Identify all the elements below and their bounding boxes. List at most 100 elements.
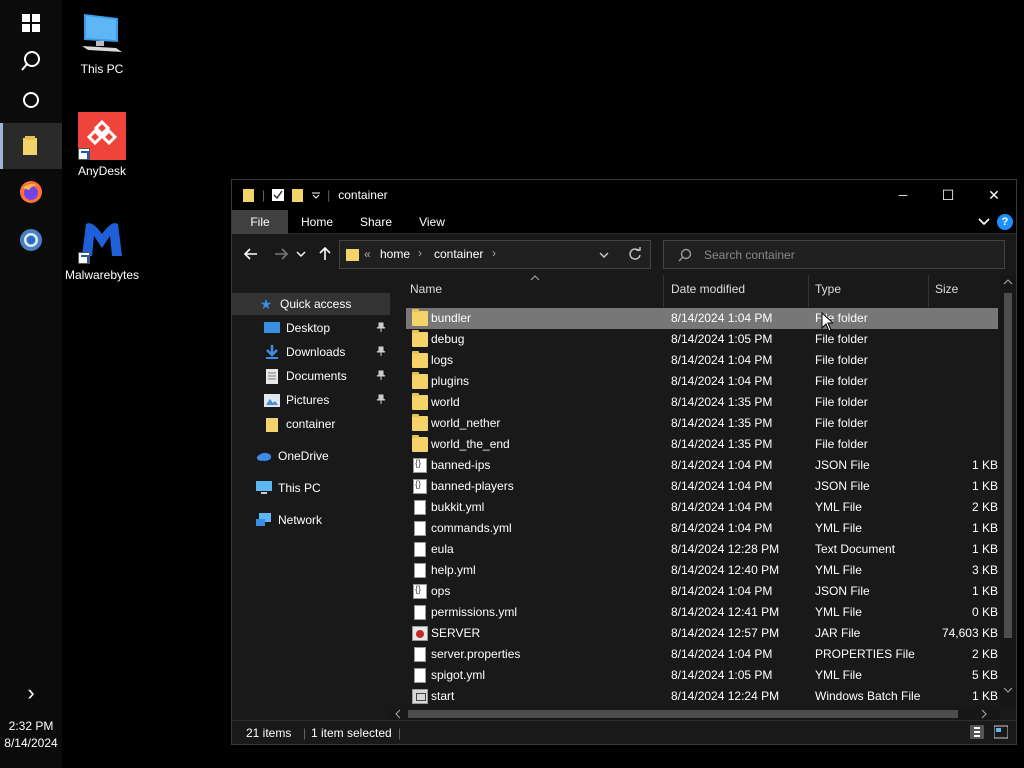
nav-item-desktop[interactable]: Desktop — [232, 317, 390, 339]
file-date: 8/14/2024 1:04 PM — [671, 374, 773, 388]
file-row[interactable]: SERVER 8/14/2024 12:57 PM JAR File 74,603 K… — [406, 623, 998, 644]
vertical-scroll-thumb[interactable] — [1004, 293, 1012, 638]
taskbar-file-explorer[interactable] — [0, 123, 62, 169]
nav-network[interactable]: Network — [232, 509, 390, 531]
file-row[interactable]: world_the_end 8/14/2024 1:35 PM File folde… — [406, 434, 998, 455]
nav-quick-access[interactable]: ★ Quick access — [232, 293, 390, 315]
mouse-cursor-icon — [821, 312, 833, 332]
scroll-left-icon[interactable] — [395, 709, 401, 719]
taskbar-chrome[interactable] — [0, 217, 62, 263]
file-row[interactable]: banned-players 8/14/2024 1:04 PM JSON File… — [406, 476, 998, 497]
close-button[interactable]: ✕ — [971, 180, 1017, 210]
scroll-down-icon[interactable] — [1003, 687, 1013, 693]
file-date: 8/14/2024 1:04 PM — [671, 311, 773, 325]
file-explorer-window: | | container ─ ☐ ✕ File Home Share View… — [231, 179, 1017, 745]
horizontal-scroll-thumb[interactable] — [408, 710, 958, 718]
column-name[interactable]: Name — [404, 275, 664, 307]
desktop-icon-this-pc[interactable]: This PC — [57, 10, 147, 76]
status-divider: | — [398, 726, 402, 740]
file-date: 8/14/2024 1:35 PM — [671, 395, 773, 409]
nav-item-downloads[interactable]: Downloads — [232, 341, 390, 363]
file-row[interactable]: permissions.yml 8/14/2024 12:41 PM YML Fil… — [406, 602, 998, 623]
file-name: logs — [431, 353, 454, 367]
file-row[interactable]: server.properties 8/14/2024 1:04 PM PROPER… — [406, 644, 998, 665]
address-bar[interactable]: « home › container › — [339, 240, 651, 269]
details-view-icon[interactable] — [970, 725, 984, 739]
file-row[interactable]: eula 8/14/2024 12:28 PM Text Document 1 KB — [406, 539, 998, 560]
maximize-icon: ☐ — [941, 186, 955, 203]
nav-label: Desktop — [286, 321, 331, 335]
breadcrumb-home[interactable]: home — [380, 247, 410, 261]
recent-locations-button[interactable] — [294, 243, 308, 265]
file-name: world_nether — [431, 416, 501, 430]
task-view-button[interactable] — [0, 77, 62, 123]
tab-file[interactable]: File — [232, 210, 288, 234]
file-row[interactable]: help.yml 8/14/2024 12:40 PM YML File 3 KB — [406, 560, 998, 581]
search-box[interactable]: Search container — [663, 240, 1005, 269]
file-size — [935, 308, 998, 329]
nav-item-documents[interactable]: Documents — [232, 365, 390, 387]
column-date-modified[interactable]: Date modified — [665, 275, 809, 307]
file-row[interactable]: world_nether 8/14/2024 1:35 PM File folder — [406, 413, 998, 434]
chevron-down-icon[interactable] — [599, 251, 609, 259]
file-row[interactable]: world 8/14/2024 1:35 PM File folder — [406, 392, 998, 413]
address-overflow[interactable]: « — [364, 247, 371, 261]
new-folder-icon[interactable] — [291, 188, 305, 202]
file-row[interactable]: start 8/14/2024 12:24 PM Windows Batch Fil… — [406, 686, 998, 707]
nav-label: Downloads — [286, 345, 346, 359]
help-button[interactable]: ? — [997, 214, 1013, 230]
minimize-button[interactable]: ─ — [880, 180, 926, 210]
nav-label: This PC — [278, 481, 321, 495]
file-row[interactable]: ops 8/14/2024 1:04 PM JSON File 1 KB — [406, 581, 998, 602]
tab-home[interactable]: Home — [292, 210, 342, 234]
file-name: banned-ips — [431, 458, 491, 472]
breadcrumb-container[interactable]: container — [434, 247, 483, 261]
tab-share[interactable]: Share — [352, 210, 400, 234]
tab-view[interactable]: View — [408, 210, 456, 234]
properties-icon[interactable] — [271, 188, 285, 202]
folder-icon — [346, 249, 359, 261]
nav-item-container[interactable]: container — [232, 413, 390, 435]
large-icons-view-icon[interactable] — [994, 725, 1008, 739]
vertical-scrollbar[interactable] — [1000, 275, 1016, 706]
file-row[interactable]: spigot.yml 8/14/2024 1:05 PM YML File 5 KB — [406, 665, 998, 686]
taskbar-date[interactable]: 8/14/2024 — [0, 735, 62, 752]
expand-ribbon-icon[interactable] — [978, 217, 990, 227]
file-row[interactable]: logs 8/14/2024 1:04 PM File folder — [406, 350, 998, 371]
title-bar[interactable]: | | container ─ ☐ ✕ — [232, 180, 1016, 210]
desktop-icon-anydesk[interactable]: AnyDesk — [57, 112, 147, 178]
refresh-icon[interactable] — [628, 247, 642, 261]
up-button[interactable] — [314, 243, 336, 265]
back-button[interactable] — [240, 243, 262, 265]
nav-onedrive[interactable]: OneDrive — [232, 445, 390, 467]
maximize-button[interactable]: ☐ — [925, 180, 971, 210]
document-icon — [414, 605, 426, 620]
file-date: 8/14/2024 12:40 PM — [671, 563, 780, 577]
nav-this-pc[interactable]: This PC — [232, 477, 390, 499]
file-row[interactable]: banned-ips 8/14/2024 1:04 PM JSON File 1 KB — [406, 455, 998, 476]
breadcrumb-separator[interactable]: › — [418, 246, 422, 260]
file-row[interactable]: commands.yml 8/14/2024 1:04 PM YML File 1 K… — [406, 518, 998, 539]
document-icon — [414, 521, 426, 536]
scroll-right-icon[interactable] — [981, 709, 987, 719]
file-size: 1 KB — [971, 584, 998, 598]
column-size[interactable]: Size — [929, 275, 999, 307]
file-row[interactable]: bukkit.yml 8/14/2024 1:04 PM YML File 2 KB — [406, 497, 998, 518]
file-row[interactable]: plugins 8/14/2024 1:04 PM File folder — [406, 371, 998, 392]
chevron-down-icon[interactable] — [311, 190, 321, 200]
folder-icon — [264, 416, 280, 432]
file-row[interactable]: bundler 8/14/2024 1:04 PM File folder — [406, 308, 998, 329]
nav-item-pictures[interactable]: Pictures — [232, 389, 390, 411]
forward-button[interactable] — [270, 243, 292, 265]
taskbar-firefox[interactable] — [0, 169, 62, 215]
scroll-up-icon[interactable] — [1003, 279, 1013, 285]
file-date: 8/14/2024 1:35 PM — [671, 416, 773, 430]
show-more-button[interactable]: › — [0, 670, 62, 716]
file-type: JAR File — [815, 626, 861, 640]
search-icon — [21, 51, 40, 71]
taskbar-time[interactable]: 2:32 PM — [0, 718, 62, 735]
file-row[interactable]: debug 8/14/2024 1:05 PM File folder — [406, 329, 998, 350]
column-type[interactable]: Type — [809, 275, 929, 307]
desktop-icon-malwarebytes[interactable]: Malwarebytes — [57, 216, 147, 282]
breadcrumb-separator[interactable]: › — [492, 246, 496, 260]
